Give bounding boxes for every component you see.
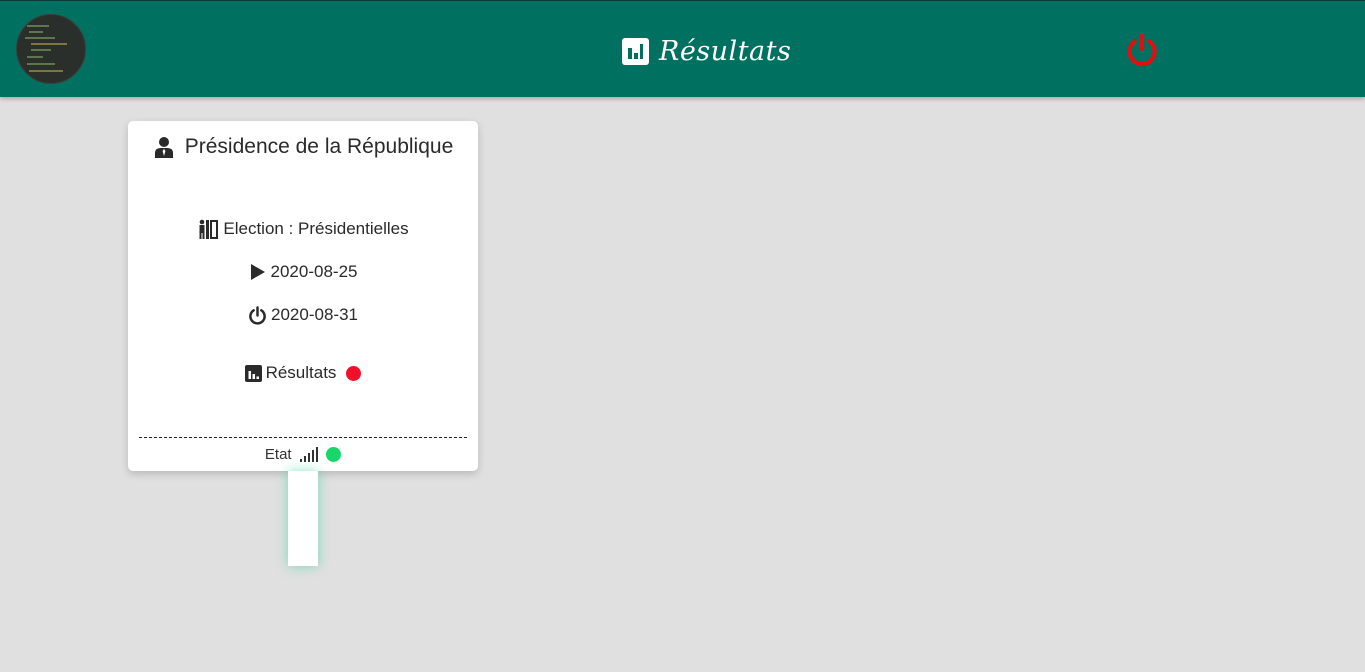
- signal-icon: [299, 447, 319, 462]
- results-label: Résultats: [265, 363, 337, 382]
- avatar[interactable]: [16, 14, 86, 84]
- bar-chart-icon: [244, 364, 262, 382]
- state-row: Etat: [128, 446, 478, 463]
- end-date: 2020-08-31: [271, 305, 358, 324]
- start-date-row: 2020-08-25: [128, 262, 478, 282]
- top-bar: Résultats: [0, 0, 1365, 97]
- logout-button[interactable]: [1124, 32, 1160, 68]
- results-link[interactable]: Résultats: [128, 363, 478, 383]
- avatar-code-line: [29, 31, 43, 33]
- card-tooltip-stub: [288, 471, 318, 566]
- results-status-indicator: [346, 365, 362, 381]
- header-title-group: Résultats: [622, 33, 791, 69]
- state-label: Etat: [264, 446, 292, 463]
- election-type-label: Election : Présidentielles: [223, 219, 409, 238]
- page-title: Résultats: [659, 35, 792, 67]
- state-status-indicator: [326, 447, 342, 462]
- card-divider: [139, 437, 467, 438]
- election-type-row: Election : Présidentielles: [128, 219, 478, 239]
- power-icon: [1127, 33, 1157, 67]
- person-tie-icon: [154, 137, 173, 158]
- card-header: Présidence de la République: [128, 135, 478, 159]
- avatar-code-line: [27, 25, 49, 27]
- election-card: Présidence de la République Election : P…: [128, 121, 478, 471]
- start-date: 2020-08-25: [270, 262, 358, 281]
- avatar-code-line: [25, 37, 55, 39]
- bar-chart-icon: [622, 37, 649, 65]
- avatar-code-line: [27, 63, 55, 65]
- avatar-code-line: [31, 43, 67, 45]
- avatar-code-line: [27, 56, 43, 58]
- end-date-row: 2020-08-31: [128, 305, 478, 325]
- avatar-code-line: [29, 70, 63, 72]
- card-title: Présidence de la République: [184, 135, 454, 158]
- avatar-code-line: [31, 49, 51, 51]
- voting-booth-icon: [199, 219, 219, 239]
- power-icon: [249, 305, 266, 325]
- play-icon: [250, 264, 265, 280]
